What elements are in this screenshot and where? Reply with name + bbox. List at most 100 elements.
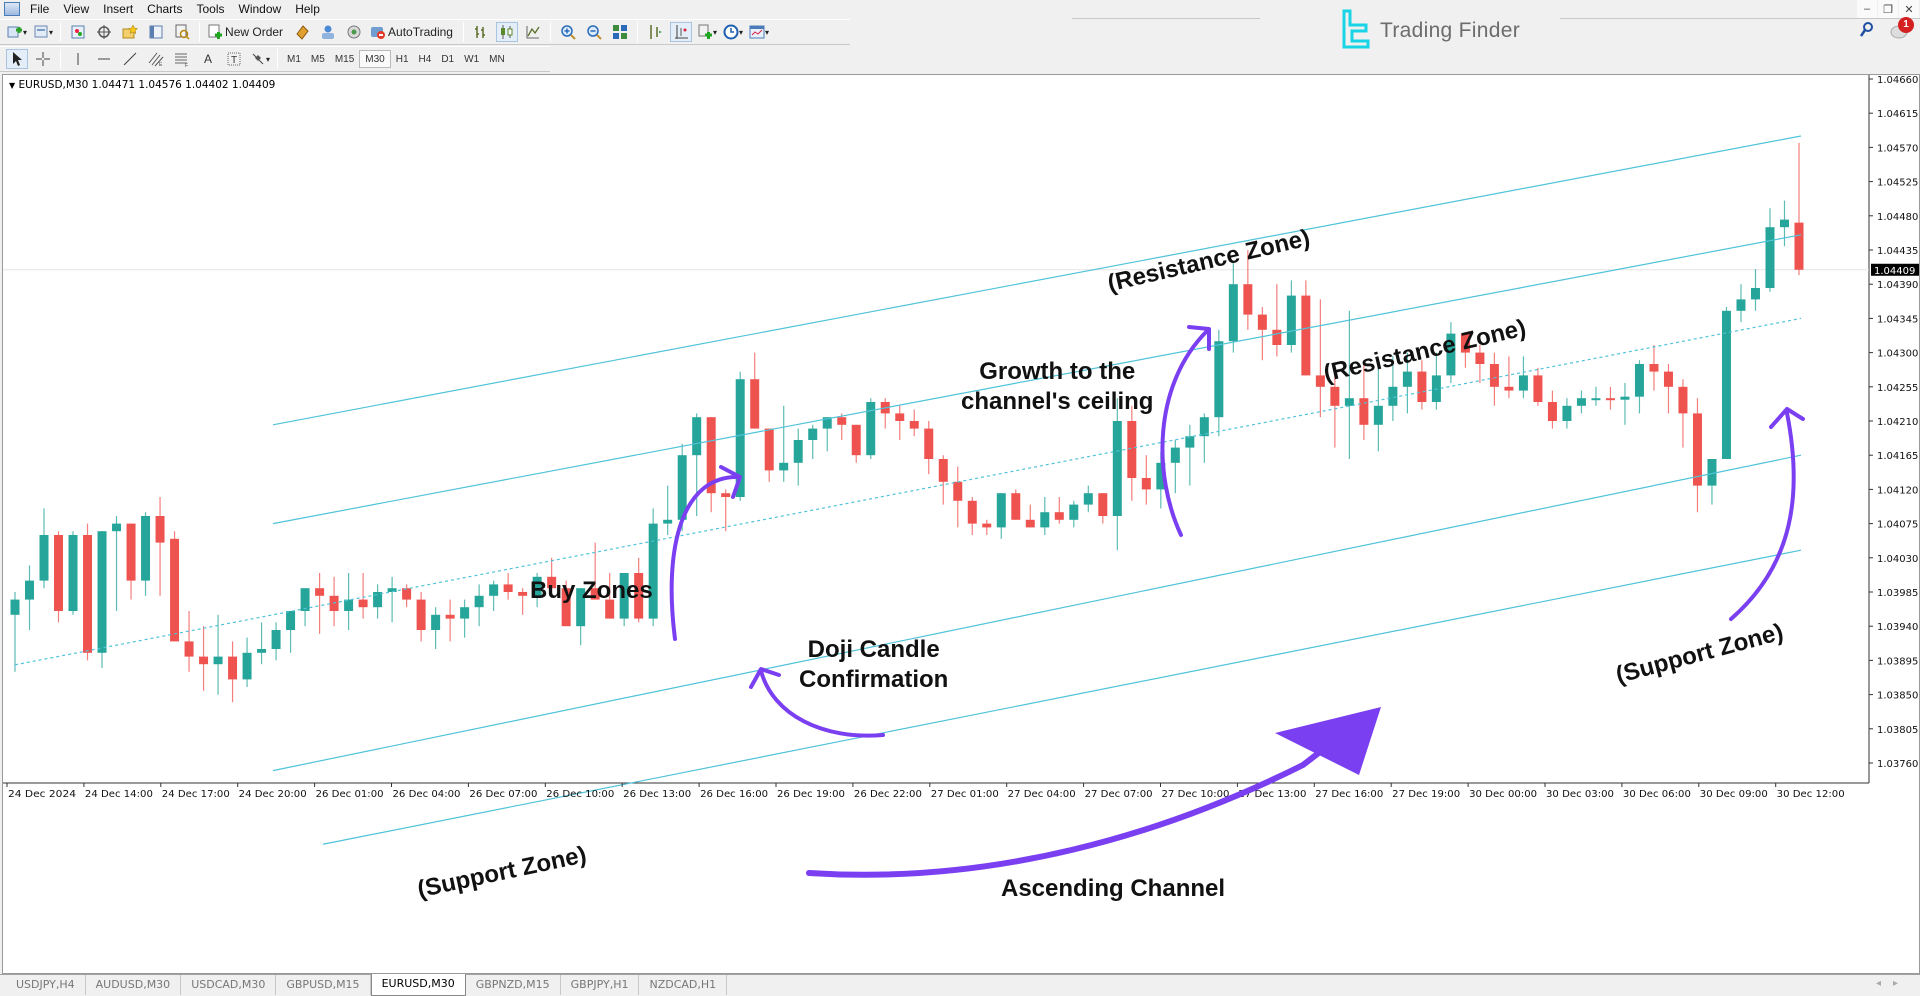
candle-body[interactable]	[837, 417, 847, 425]
timeframe-m15[interactable]: M15	[330, 50, 359, 68]
channel-lower-line[interactable]	[272, 454, 1802, 772]
strategy-tester-button[interactable]	[171, 22, 193, 42]
menu-window[interactable]: Window	[235, 2, 292, 16]
tab-nzdcad-h1[interactable]: NZDCAD,H1	[639, 975, 728, 995]
zoom-out-button[interactable]	[583, 22, 605, 42]
candle-body[interactable]	[1127, 421, 1137, 478]
candle-body[interactable]	[779, 462, 789, 471]
candle-body[interactable]	[257, 649, 267, 653]
candle-body[interactable]	[1678, 386, 1688, 414]
autotrading-button[interactable]: AutoTrading	[369, 22, 457, 42]
menu-tools[interactable]: Tools	[193, 2, 235, 16]
new-order-button[interactable]: New Order	[206, 22, 287, 42]
candle-body[interactable]	[1040, 512, 1050, 528]
candle-body[interactable]	[1562, 405, 1572, 421]
tab-gbpusd-m15[interactable]: GBPUSD,M15	[276, 975, 371, 995]
horizontal-line-button[interactable]	[93, 49, 115, 69]
tab-usdjpy-h4[interactable]: USDJPY,H4	[6, 975, 86, 995]
candle-body[interactable]	[1779, 219, 1789, 228]
crosshair-button[interactable]	[32, 49, 54, 69]
tile-windows-button[interactable]	[609, 22, 631, 42]
candle-body[interactable]	[271, 630, 281, 649]
auto-scroll-button[interactable]	[669, 22, 692, 42]
timeframe-h4[interactable]: H4	[414, 50, 437, 68]
candle-body[interactable]	[300, 588, 310, 611]
candle-body[interactable]	[1489, 364, 1499, 387]
candle-body[interactable]	[315, 588, 325, 596]
chart-shift-button[interactable]	[644, 22, 666, 42]
timeframe-w1[interactable]: W1	[459, 50, 484, 68]
candle-body[interactable]	[1388, 386, 1398, 406]
trendline-button[interactable]	[119, 49, 141, 69]
candle-body[interactable]	[1344, 398, 1354, 406]
candle-body[interactable]	[184, 641, 194, 657]
candle-body[interactable]	[1243, 284, 1253, 315]
candle-body[interactable]	[489, 584, 499, 596]
candle-body[interactable]	[663, 519, 673, 524]
menu-view[interactable]: View	[59, 2, 99, 16]
periods-button[interactable]: ▾	[722, 22, 744, 42]
candle-body[interactable]	[503, 584, 513, 592]
cursor-button[interactable]	[6, 49, 28, 69]
candle-body[interactable]	[1533, 375, 1543, 402]
menu-insert[interactable]: Insert	[99, 2, 143, 16]
candle-body[interactable]	[1359, 398, 1369, 425]
bar-chart-button[interactable]	[470, 22, 492, 42]
candle-body[interactable]	[808, 428, 818, 440]
candle-body[interactable]	[83, 535, 93, 653]
candle-body[interactable]	[1301, 295, 1311, 376]
candle-body[interactable]	[1649, 364, 1659, 372]
candle-body[interactable]	[416, 599, 426, 630]
candle-body[interactable]	[1417, 371, 1427, 402]
line-chart-button[interactable]	[522, 22, 544, 42]
candle-body[interactable]	[1794, 222, 1804, 270]
candle-body[interactable]	[460, 607, 470, 619]
candle-body[interactable]	[721, 493, 731, 497]
market-button[interactable]	[343, 22, 365, 42]
candle-body[interactable]	[1692, 413, 1702, 486]
candle-body[interactable]	[1475, 352, 1485, 364]
data-window-button[interactable]	[93, 22, 115, 42]
chart-window[interactable]: 1.04660 1.04615 1.04570 1.04525 1.04480 1.044…	[2, 74, 1920, 974]
close-button[interactable]: ✕	[1899, 0, 1919, 18]
candle-body[interactable]	[1518, 375, 1528, 391]
candle-body[interactable]	[141, 516, 151, 581]
fibonacci-button[interactable]: F	[171, 49, 193, 69]
candle-body[interactable]	[155, 516, 165, 543]
candle-body[interactable]	[1054, 512, 1064, 520]
candle-body[interactable]	[851, 424, 861, 456]
candle-body[interactable]	[213, 656, 223, 665]
candle-body[interactable]	[1576, 398, 1586, 406]
tab-audusd-m30[interactable]: AUDUSD,M30	[86, 975, 182, 995]
candle-body[interactable]	[1504, 386, 1514, 391]
candle-body[interactable]	[1750, 288, 1760, 300]
candle-body[interactable]	[25, 580, 35, 600]
indicators-button[interactable]: ▾	[696, 22, 718, 42]
text-button[interactable]: A	[197, 49, 219, 69]
zoom-in-button[interactable]	[557, 22, 579, 42]
candle-body[interactable]	[1736, 299, 1746, 311]
menu-help[interactable]: Help	[291, 2, 330, 16]
candle-body[interactable]	[126, 523, 136, 581]
timeframe-m5[interactable]: M5	[306, 50, 330, 68]
candle-body[interactable]	[474, 595, 484, 608]
arrows-button[interactable]: ▾	[249, 49, 271, 69]
candle-body[interactable]	[1330, 386, 1340, 406]
search-icon[interactable]	[1859, 22, 1874, 41]
tab-gbpjpy-h1[interactable]: GBPJPY,H1	[561, 975, 640, 995]
candle-body[interactable]	[39, 535, 49, 581]
candle-body[interactable]	[1069, 504, 1079, 520]
candle-body[interactable]	[228, 656, 238, 680]
candle-body[interactable]	[112, 523, 122, 532]
candle-body[interactable]	[1083, 493, 1093, 505]
candle-body[interactable]	[199, 656, 209, 665]
candle-body[interactable]	[764, 428, 774, 471]
candle-body[interactable]	[242, 652, 252, 680]
collapse-arrow-icon[interactable]: ▼	[9, 81, 15, 90]
candle-body[interactable]	[1170, 447, 1180, 463]
restore-button[interactable]: ❐	[1878, 0, 1898, 18]
timeframe-d1[interactable]: D1	[436, 50, 459, 68]
vertical-line-button[interactable]	[67, 49, 89, 69]
candle-body[interactable]	[1257, 314, 1267, 330]
candle-body[interactable]	[924, 428, 934, 459]
